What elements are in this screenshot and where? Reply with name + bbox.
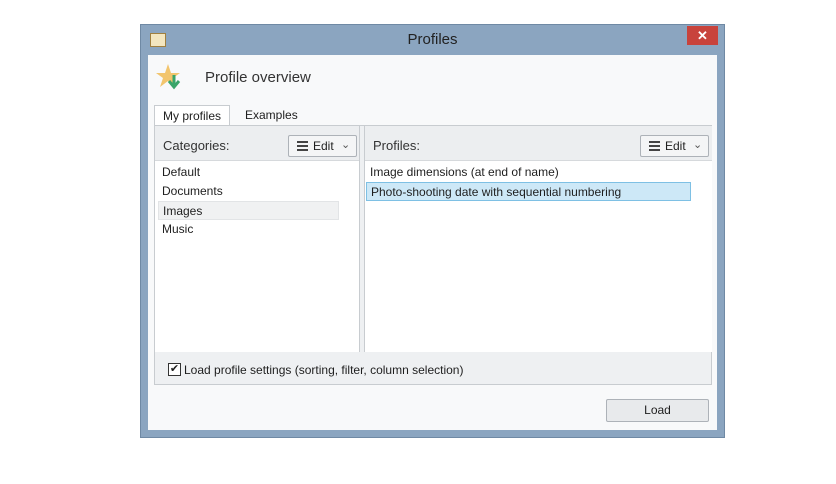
load-button[interactable]: Load (606, 399, 709, 422)
categories-header: Categories: Edit ⌄ (155, 126, 359, 160)
profiles-panel: Profiles: Edit ⌄ Image dimensions (at en… (364, 126, 712, 352)
list-item[interactable]: Image dimensions (at end of name) (366, 163, 690, 182)
window-title: Profiles (407, 31, 458, 48)
categories-edit-button[interactable]: Edit ⌄ (288, 135, 357, 157)
list-item[interactable]: Images (158, 201, 339, 220)
edit-label: Edit (665, 139, 686, 153)
menu-icon (297, 141, 308, 153)
dialog-client: Profile overview My profiles Examples Ca… (148, 55, 717, 430)
list-item[interactable]: Photo-shooting date with sequential numb… (366, 182, 691, 201)
categories-panel: Categories: Edit ⌄ Default Documents Ima… (155, 126, 360, 352)
close-button[interactable]: ✕ (687, 26, 718, 45)
profiles-list: Image dimensions (at end of name) Photo-… (365, 160, 712, 352)
categories-list: Default Documents Images Music (155, 160, 359, 352)
load-settings-checkbox[interactable]: ✔ (168, 363, 181, 376)
page-title: Profile overview (205, 69, 311, 86)
profiles-header: Profiles: Edit ⌄ (365, 126, 712, 160)
tab-panel: Categories: Edit ⌄ Default Documents Ima… (154, 125, 712, 385)
load-settings-label[interactable]: Load profile settings (sorting, filter, … (184, 363, 463, 377)
tab-examples[interactable]: Examples (237, 105, 306, 126)
list-item[interactable]: Default (158, 163, 338, 182)
list-item[interactable]: Music (158, 220, 338, 239)
edit-label: Edit (313, 139, 334, 153)
chevron-down-icon: ⌄ (341, 139, 351, 151)
tab-my-profiles[interactable]: My profiles (154, 105, 231, 127)
menu-icon (649, 141, 660, 153)
list-item[interactable]: Documents (158, 182, 338, 201)
profiles-label: Profiles: (373, 138, 420, 153)
close-icon: ✕ (697, 28, 708, 43)
categories-label: Categories: (163, 138, 230, 153)
logo-icon (156, 64, 181, 90)
profiles-window: Profiles ✕ Profile overview My profiles … (140, 24, 725, 438)
chevron-down-icon: ⌄ (693, 139, 703, 151)
profiles-edit-button[interactable]: Edit ⌄ (640, 135, 709, 157)
